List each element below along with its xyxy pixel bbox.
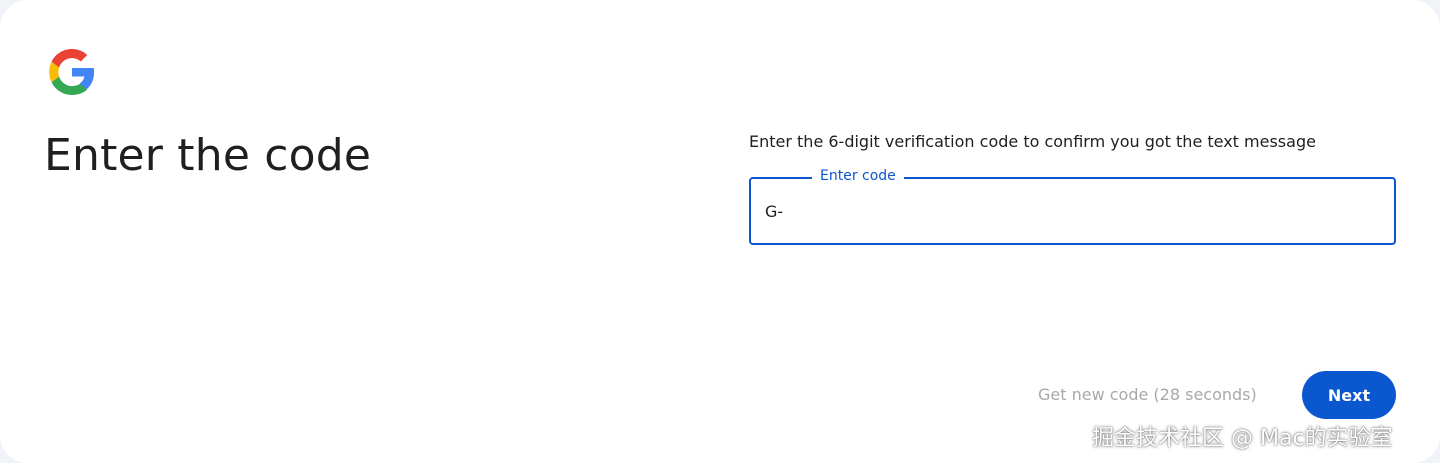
get-new-code-button[interactable]: Get new code (28 seconds) [1038, 385, 1257, 404]
signin-card: Enter the code Enter the 6-digit verific… [0, 0, 1440, 463]
page-title: Enter the code [44, 130, 372, 181]
google-logo-icon [49, 49, 95, 95]
watermark: 掘金技术社区 @ Mac的实验室 [1092, 426, 1393, 451]
code-field[interactable]: Enter code [749, 168, 1396, 245]
next-button[interactable]: Next [1302, 371, 1396, 419]
code-field-label: Enter code [812, 168, 904, 184]
instructions-text: Enter the 6-digit verification code to c… [749, 132, 1316, 151]
code-input[interactable] [765, 197, 1365, 225]
